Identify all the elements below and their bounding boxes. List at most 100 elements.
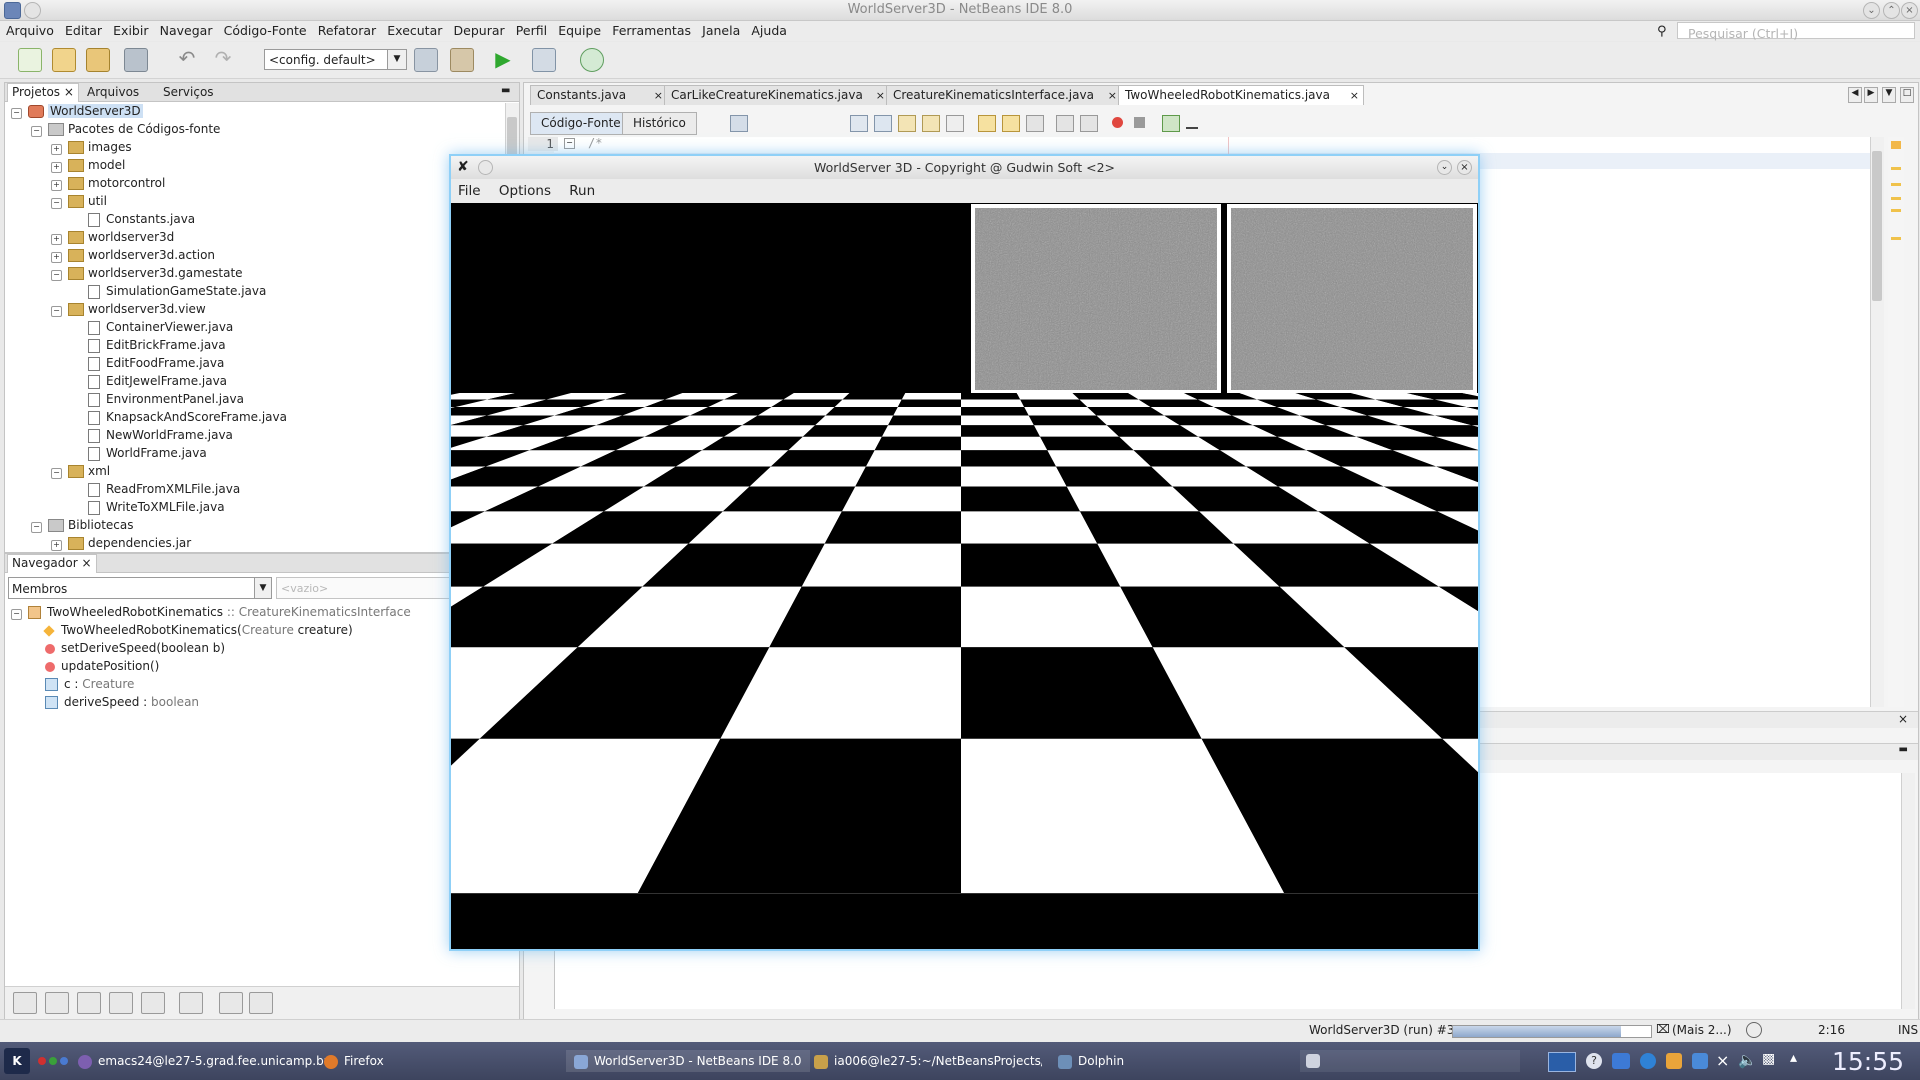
expand-icon[interactable]: + [51,162,62,173]
close-icon[interactable]: × [64,85,74,99]
output-scrollbar[interactable] [1901,773,1915,1009]
find-previous-icon[interactable] [874,115,892,132]
menu-run[interactable]: Run [569,183,595,199]
class-node[interactable]: − TwoWheeledRobotKinematics :: CreatureKi… [11,604,411,621]
menu-perfil[interactable]: Perfil [516,23,547,38]
tree-node[interactable]: Constants.java [71,211,195,228]
close-icon[interactable]: × [1457,160,1472,175]
world-3d-view[interactable] [451,203,1478,949]
build-hammer-icon[interactable] [414,48,438,72]
scroll-tabs-right-icon[interactable]: ▶ [1864,87,1878,103]
menu-ajuda[interactable]: Ajuda [751,23,787,38]
warning-marker[interactable] [1891,167,1901,170]
expand-tray-icon[interactable]: ▴ [1790,1050,1797,1066]
task-empty-slot[interactable] [1300,1050,1520,1072]
previous-bookmark-icon[interactable] [978,115,996,132]
redo-icon[interactable]: ↷ [212,48,234,70]
tree-node[interactable]: + worldserver3d [51,229,174,246]
filter-fields-icon[interactable] [45,992,69,1014]
volume-icon[interactable]: 🔈 [1738,1051,1757,1069]
editor-tab-carlike[interactable]: CarLikeCreatureKinematics.java × [664,85,890,105]
close-icon[interactable]: × [82,556,92,570]
close-icon[interactable]: × [654,86,663,105]
new-project-icon[interactable] [52,48,76,72]
editor-tab-constants[interactable]: Constants.java × [530,85,668,105]
bluetooth-icon[interactable]: × [1716,1051,1729,1070]
expand-icon[interactable]: + [51,540,62,551]
tree-node[interactable]: EditJewelFrame.java [71,373,227,390]
history-view-button[interactable]: Histórico [622,112,697,135]
save-all-icon[interactable] [124,48,148,72]
expand-icon[interactable]: − [31,522,42,533]
undo-icon[interactable]: ↶ [176,48,198,70]
tree-node[interactable]: ReadFromXMLFile.java [71,481,240,498]
expand-icon[interactable]: − [11,108,22,119]
close-icon[interactable]: × [1108,86,1117,105]
menu-navegar[interactable]: Navegar [160,23,213,38]
tree-node[interactable]: NewWorldFrame.java [71,427,233,444]
menu-refatorar[interactable]: Refatorar [318,23,376,38]
task-terminal[interactable]: ia006@le27-5:~/NetBeansProjects/A [814,1050,1042,1072]
kde-menu-icon[interactable]: K [4,1048,30,1074]
tree-node[interactable]: − worldserver3d.gamestate [51,265,243,282]
new-file-icon[interactable] [18,48,42,72]
pager-icon[interactable] [1548,1052,1576,1072]
toggle-highlight-icon[interactable] [922,115,940,132]
run-icon[interactable]: ▶ [492,48,514,70]
running-task[interactable]: WorldServer3D (run) #3 [1309,1023,1454,1037]
tree-node[interactable]: − Pacotes de Códigos-fonte [31,121,220,138]
close-icon[interactable]: × [1350,86,1359,105]
last-edit-icon[interactable] [730,115,748,132]
source-view-button[interactable]: Código-Fonte [530,112,632,135]
toggle-rect-select-icon[interactable] [946,115,964,132]
desktop-dot-icon[interactable] [49,1057,57,1065]
clock[interactable]: 15:55 [1832,1047,1904,1076]
maximize-editor-icon[interactable]: □ [1900,87,1914,103]
sort-name-desc-icon[interactable] [249,992,273,1014]
editor-scrollbar[interactable] [1870,137,1884,707]
close-icon[interactable]: × [1898,712,1908,726]
tab-servicos[interactable]: Serviços [163,85,214,99]
warning-marker-icon[interactable] [1891,141,1901,149]
menu-codigo-fonte[interactable]: Código-Fonte [224,23,307,38]
collapse-icon[interactable]: − [11,609,22,620]
globe-icon[interactable] [1640,1053,1656,1069]
find-next-icon[interactable] [898,115,916,132]
maximize-icon[interactable]: ⌃ [1883,2,1900,19]
expand-icon[interactable]: + [51,180,62,191]
expand-icon[interactable]: − [51,306,62,317]
filter-nonpublic-icon[interactable] [109,992,133,1014]
tree-node[interactable]: WriteToXMLFile.java [71,499,225,516]
member-item[interactable]: c : Creature [45,676,134,693]
tree-node[interactable]: − xml [51,463,110,480]
config-select[interactable]: <config. default> ▼ [264,49,407,70]
member-item[interactable]: deriveSpeed : boolean [45,694,199,711]
menu-exibir[interactable]: Exibir [113,23,148,38]
tree-node[interactable]: − Bibliotecas [31,517,133,534]
tree-node[interactable]: − util [51,193,107,210]
expand-icon[interactable]: − [31,126,42,137]
tree-node[interactable]: KnapsackAndScoreFrame.java [71,409,287,426]
member-item[interactable]: setDeriveSpeed(boolean b) [45,640,225,657]
menu-executar[interactable]: Executar [387,23,442,38]
sort-name-icon[interactable] [219,992,243,1014]
editor-tab-twowheeled[interactable]: TwoWheeledRobotKinematics.java × [1118,85,1364,105]
tree-node[interactable]: + dependencies.jar [51,535,191,552]
members-filter-select[interactable]: Membros ▼ [8,577,272,599]
task-netbeans[interactable]: WorldServer3D - NetBeans IDE 8.0 [566,1050,810,1072]
tree-node[interactable]: WorldFrame.java [71,445,207,462]
clipboard-icon[interactable] [1666,1053,1682,1069]
close-icon[interactable]: × [1901,2,1918,19]
task-firefox[interactable]: Firefox [324,1050,384,1072]
tree-node[interactable]: + motorcontrol [51,175,165,192]
tree-node[interactable]: EnvironmentPanel.java [71,391,244,408]
minimize-icon[interactable]: ⌄ [1863,2,1880,19]
fold-icon[interactable]: − [564,138,575,149]
uncomment-icon[interactable] [1186,119,1198,129]
tab-list-icon[interactable]: ▼ [1882,87,1896,103]
filter-static-icon[interactable] [77,992,101,1014]
menu-editar[interactable]: Editar [65,23,102,38]
expand-icon[interactable]: − [51,198,62,209]
tree-node[interactable]: − WorldServer3D [11,103,143,120]
expand-icon[interactable]: + [51,144,62,155]
